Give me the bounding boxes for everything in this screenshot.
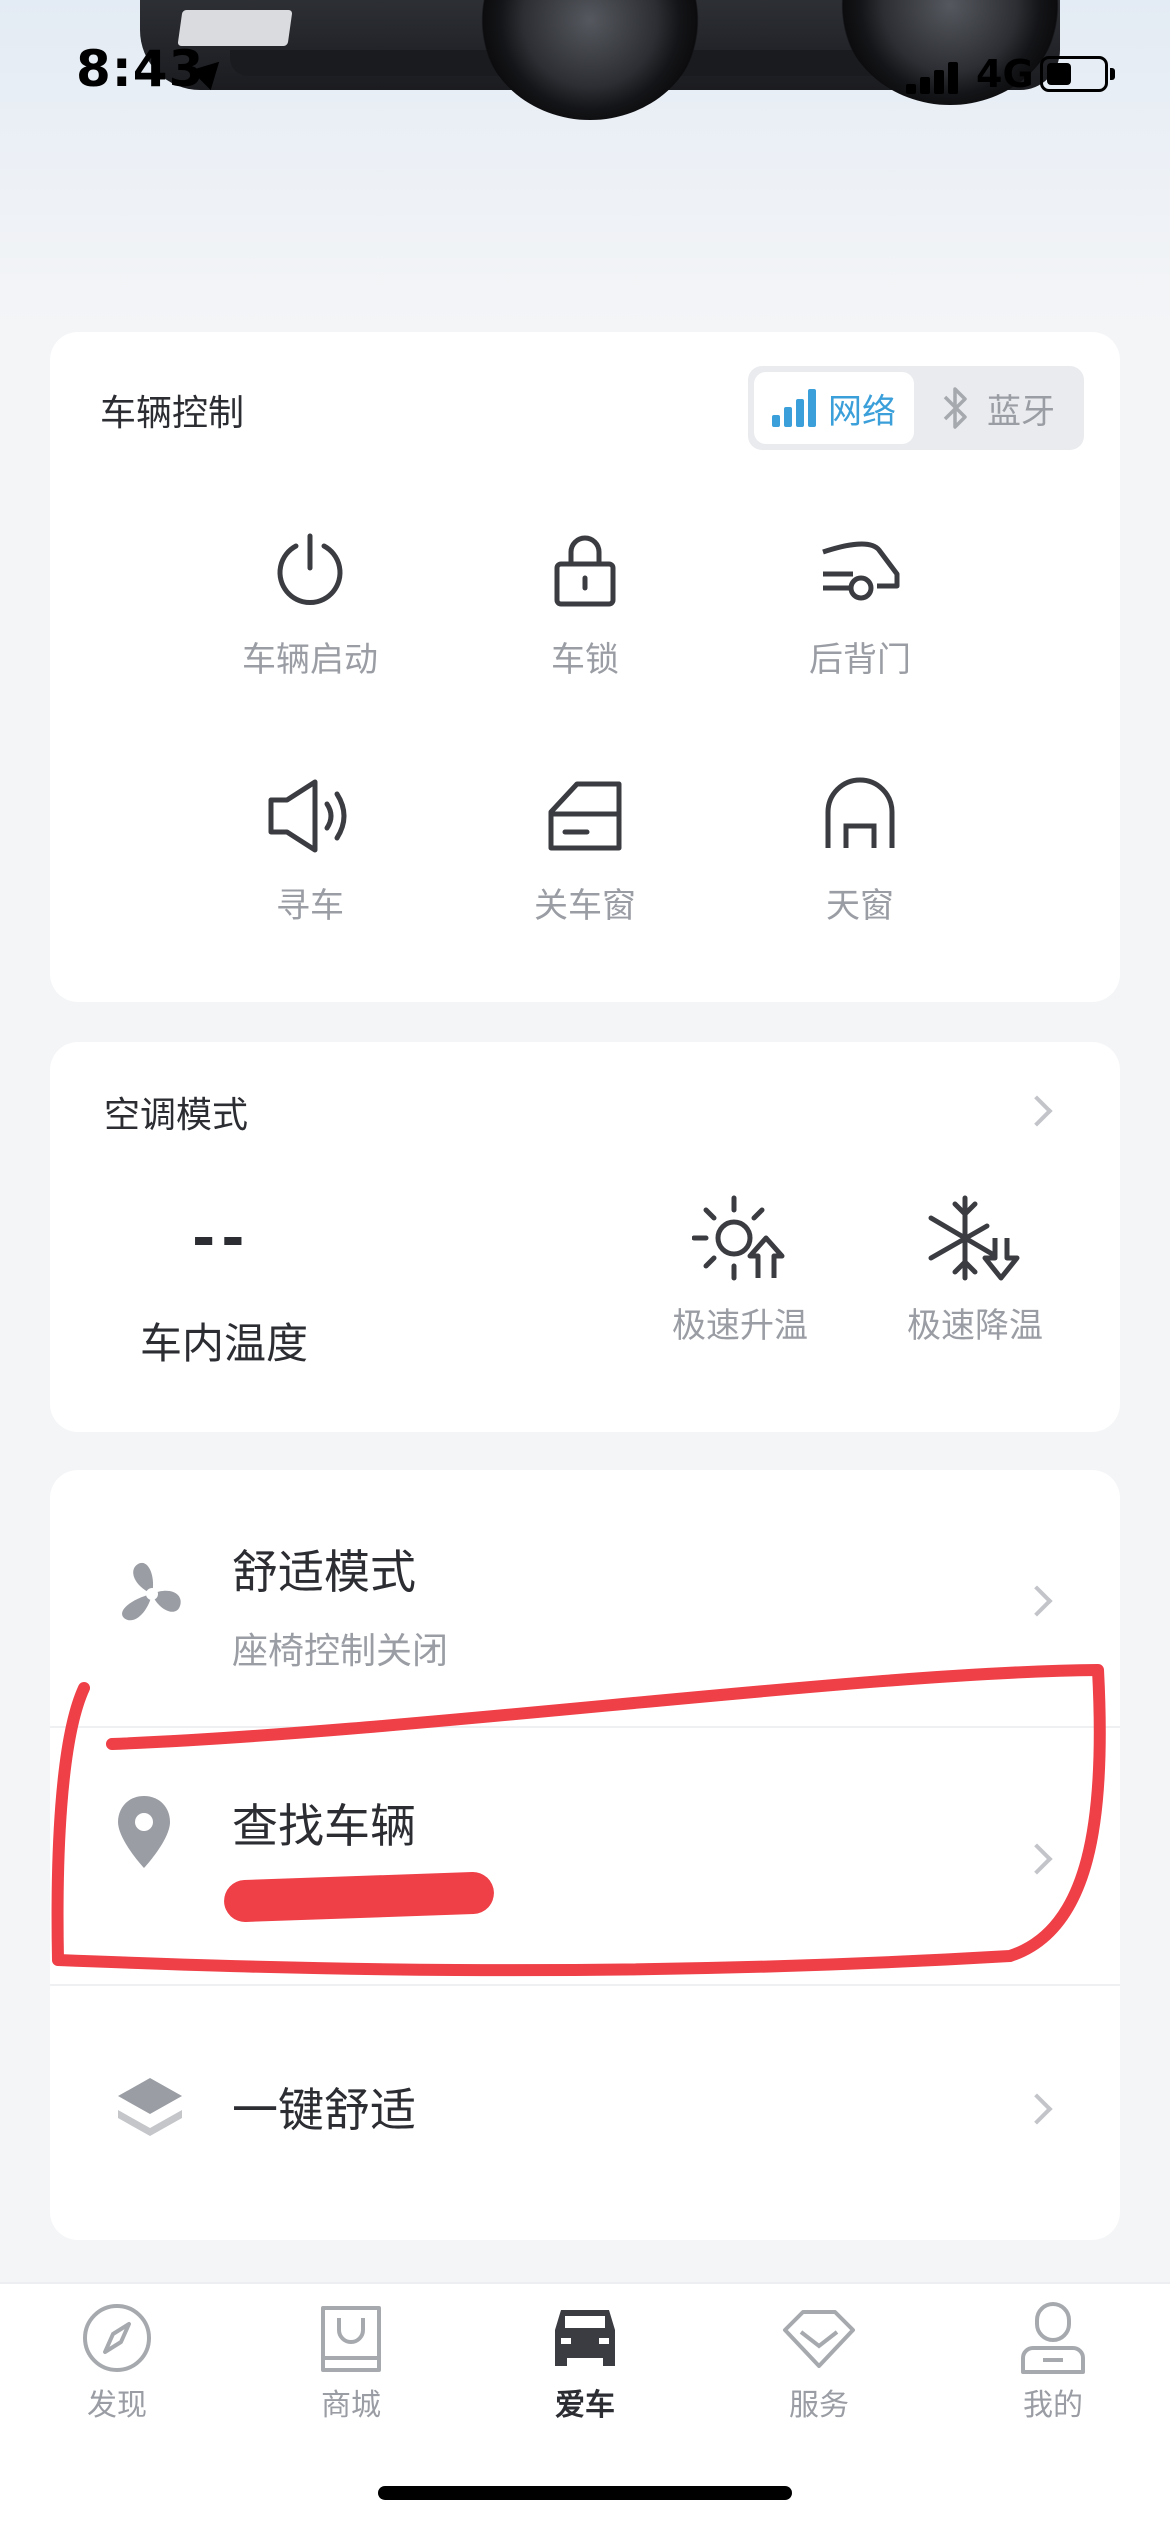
tailgate-icon [822,541,900,601]
diamond-icon [783,2310,855,2368]
quick-cool-button[interactable]: 极速降温 [865,1192,1085,1347]
tab-shop[interactable]: 商城 [234,2300,468,2424]
tailgate-button[interactable]: 后背门 [710,530,1010,681]
status-bar: 8:43 4G [0,0,1170,150]
connection-mode-toggle[interactable]: 网络 蓝牙 [748,366,1084,450]
climate-title: 空调模式 [104,1095,249,1136]
climate-card[interactable]: 空调模式 -- 车内温度 极速升温 极速降温 [50,1042,1120,1432]
list-item-one-key-comfort[interactable]: 一键舒适 [50,1986,1120,2244]
quick-heat-label: 极速升温 [672,1306,808,1346]
tab-service[interactable]: 服务 [702,2300,936,2424]
location-pin-icon [118,1796,170,1868]
sunroof-button[interactable]: 天窗 [710,776,1010,927]
sun-heat-icon [692,1195,785,1281]
status-time: 8:43 [76,40,205,98]
tab-discover[interactable]: 发现 [0,2300,234,2424]
tab-service-label: 服务 [789,2388,849,2423]
tailgate-label: 后背门 [809,640,911,680]
signal-bars-icon [772,389,816,427]
bluetooth-mode-label: 蓝牙 [987,391,1055,432]
climate-chevron-icon [1021,1095,1053,1127]
find-vehicle-chevron-icon [1021,1843,1053,1875]
quick-heat-button[interactable]: 极速升温 [630,1192,850,1347]
window-icon [548,781,622,851]
tab-my-car[interactable]: 爱车 [468,2300,702,2424]
list-item-find-vehicle[interactable]: 查找车辆 [50,1728,1120,1986]
find-car-horn-label: 寻车 [276,886,344,926]
snowflake-cool-icon [928,1195,1020,1281]
compass-icon [83,2304,151,2372]
network-mode-label: 网络 [828,391,896,432]
engine-start-button[interactable]: 车辆启动 [160,530,460,681]
list-item-comfort-mode[interactable]: 舒适模式 座椅控制关闭 [50,1470,1120,1728]
cabin-temperature-value: -- [192,1206,251,1271]
tab-my-car-label: 爱车 [555,2388,615,2423]
one-key-comfort-title: 一键舒适 [232,2083,416,2137]
vehicle-control-title: 车辆控制 [100,393,245,434]
lock-icon [554,535,616,607]
car-icon [555,2310,615,2366]
layers-icon [118,2078,182,2136]
comfort-mode-subtitle: 座椅控制关闭 [232,1631,449,1672]
vehicle-control-card: 车辆控制 网络 蓝牙 车辆启动 车锁 后背门 寻车 关车窗 天窗 [50,332,1120,1002]
cellular-signal-icon [906,60,970,94]
shopping-bag-icon [321,2306,381,2372]
sunroof-label: 天窗 [826,886,894,926]
cabin-temperature-label: 车内温度 [140,1319,309,1368]
tab-discover-label: 发现 [87,2388,147,2423]
feature-list-card: 舒适模式 座椅控制关闭 查找车辆 一键舒适 [50,1470,1120,2240]
lock-button[interactable]: 车锁 [435,530,735,681]
redaction-scribble [223,1871,495,1923]
tab-profile[interactable]: 我的 [936,2300,1170,2424]
close-window-label: 关车窗 [534,886,636,926]
close-window-button[interactable]: 关车窗 [435,776,735,927]
comfort-mode-title: 舒适模式 [232,1545,416,1599]
profile-icon [1021,2302,1085,2374]
sunroof-icon [825,777,895,848]
tab-profile-label: 我的 [1023,2388,1083,2423]
tab-shop-label: 商城 [321,2388,381,2423]
home-indicator [378,2486,792,2500]
lock-label: 车锁 [551,640,619,680]
bluetooth-icon [943,387,967,429]
quick-cool-label: 极速降温 [907,1306,1043,1346]
engine-start-label: 车辆启动 [242,640,378,680]
battery-icon [1040,56,1115,92]
comfort-mode-chevron-icon [1021,1585,1053,1617]
find-car-horn-button[interactable]: 寻车 [160,776,460,927]
find-vehicle-title: 查找车辆 [232,1799,416,1853]
speaker-icon [268,779,347,853]
fan-icon [122,1562,181,1621]
network-type: 4G [976,52,1034,96]
bluetooth-mode-option[interactable]: 蓝牙 [918,372,1078,444]
network-mode-option[interactable]: 网络 [754,372,914,444]
power-icon [277,533,343,605]
one-key-comfort-chevron-icon [1021,2093,1053,2125]
